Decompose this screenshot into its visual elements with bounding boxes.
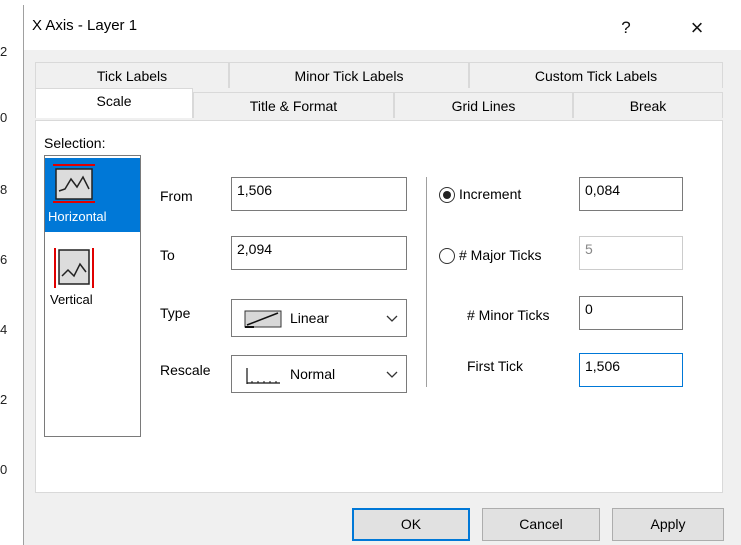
major-ticks-radio[interactable] — [439, 248, 455, 264]
chevron-down-icon — [386, 371, 398, 378]
major-ticks-label: # Major Ticks — [459, 247, 542, 263]
axis-digit: 0 — [0, 462, 8, 477]
chevron-down-icon — [386, 315, 398, 322]
axis-digit: 2 — [0, 392, 8, 407]
tab-break[interactable]: Break — [573, 92, 723, 118]
increment-radio[interactable] — [439, 187, 455, 203]
first-tick-field[interactable]: 1,506 — [579, 353, 683, 387]
minor-ticks-label: # Minor Ticks — [467, 307, 550, 323]
axis-digit: 0 — [0, 110, 8, 125]
axis-digit: 6 — [0, 252, 8, 267]
horizontal-axis-icon — [53, 164, 95, 203]
type-value: Linear — [290, 310, 329, 326]
selection-item-label: Vertical — [50, 292, 93, 307]
divider — [426, 177, 427, 387]
help-button[interactable]: ? — [606, 11, 646, 45]
major-ticks-field[interactable]: 5 — [579, 236, 683, 270]
first-tick-label: First Tick — [467, 358, 523, 374]
to-field[interactable]: 2,094 — [231, 236, 407, 270]
tab-custom-tick-labels[interactable]: Custom Tick Labels — [469, 62, 723, 88]
type-label: Type — [160, 305, 191, 321]
rescale-select[interactable]: Normal — [231, 355, 407, 393]
rescale-label: Rescale — [160, 362, 211, 378]
type-select[interactable]: Linear — [231, 299, 407, 337]
cancel-button[interactable]: Cancel — [482, 508, 600, 541]
increment-field[interactable]: 0,084 — [579, 177, 683, 211]
apply-button[interactable]: Apply — [612, 508, 724, 541]
minor-ticks-field[interactable]: 0 — [579, 296, 683, 330]
tab-title-format[interactable]: Title & Format — [193, 92, 394, 118]
axis-digit: 4 — [0, 322, 8, 337]
background-plot-strip: 2 0 8 6 4 2 0 — [0, 0, 24, 545]
selection-label: Selection: — [44, 135, 106, 151]
increment-label: Increment — [459, 186, 522, 202]
selection-item-label: Horizontal — [48, 209, 107, 224]
vertical-axis-icon — [54, 248, 94, 288]
linear-scale-icon — [244, 310, 282, 328]
close-button[interactable]: × — [677, 11, 717, 45]
window-title: X Axis - Layer 1 — [32, 17, 138, 34]
selection-item-vertical[interactable]: Vertical — [45, 236, 140, 316]
title-bar[interactable]: X Axis - Layer 1 ? × — [24, 5, 741, 50]
tab-minor-tick-labels[interactable]: Minor Tick Labels — [229, 62, 469, 88]
axis-digit: 2 — [0, 44, 8, 59]
rescale-value: Normal — [290, 366, 336, 382]
rescale-normal-icon — [246, 368, 280, 384]
tab-grid-lines[interactable]: Grid Lines — [394, 92, 573, 118]
x-axis-dialog: X Axis - Layer 1 ? × Tick Labels Minor T… — [23, 5, 741, 545]
from-field[interactable]: 1,506 — [231, 177, 407, 211]
ok-button[interactable]: OK — [352, 508, 470, 541]
tab-scale[interactable]: Scale — [35, 88, 193, 118]
from-label: From — [160, 188, 193, 204]
to-label: To — [160, 247, 175, 263]
selection-item-horizontal[interactable]: Horizontal — [45, 158, 140, 232]
tab-tick-labels[interactable]: Tick Labels — [35, 62, 229, 88]
axis-digit: 8 — [0, 182, 8, 197]
selection-listbox[interactable]: Horizontal Vertical — [44, 155, 141, 437]
